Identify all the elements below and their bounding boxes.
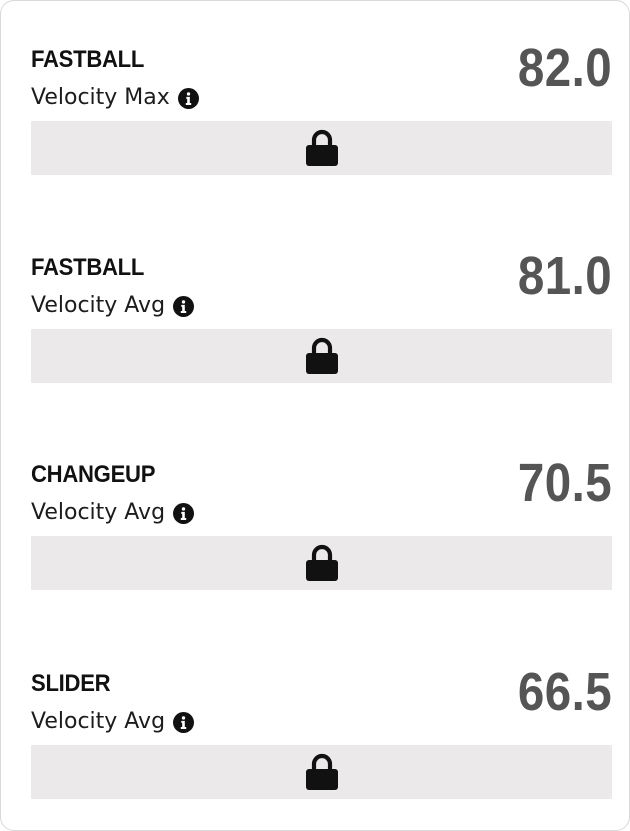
info-icon[interactable]: [177, 87, 199, 109]
metric-value: 81.0: [517, 246, 612, 306]
info-icon[interactable]: [173, 295, 195, 317]
metric-name: Velocity Max: [31, 83, 199, 113]
metric-value: 70.5: [517, 453, 612, 513]
lock-icon: [305, 129, 338, 166]
info-icon[interactable]: [173, 502, 195, 524]
pitch-metrics-card: FASTBALL Velocity Max 82.0 FASTBALL Velo…: [0, 0, 630, 831]
pitch-type-label: SLIDER: [31, 670, 111, 697]
metric-row: FASTBALL Velocity Max 82.0: [31, 38, 612, 179]
pitch-type-label: FASTBALL: [31, 254, 145, 281]
lock-icon: [305, 753, 338, 790]
locked-bar[interactable]: [31, 121, 612, 175]
locked-bar[interactable]: [31, 329, 612, 383]
locked-bar[interactable]: [31, 536, 612, 590]
metric-name: Velocity Avg: [31, 707, 195, 737]
info-icon[interactable]: [173, 711, 195, 733]
metric-label: Velocity Avg: [31, 500, 166, 525]
metric-row: CHANGEUP Velocity Avg 70.5: [31, 453, 612, 594]
lock-icon: [305, 544, 338, 581]
metric-name: Velocity Avg: [31, 291, 195, 321]
metric-label: Velocity Avg: [31, 293, 166, 318]
metric-label: Velocity Avg: [31, 709, 166, 734]
metric-row: SLIDER Velocity Avg 66.5: [31, 662, 612, 803]
metric-row: FASTBALL Velocity Avg 81.0: [31, 246, 612, 387]
metric-label: Velocity Max: [31, 85, 170, 110]
pitch-type-label: CHANGEUP: [31, 461, 156, 488]
locked-bar[interactable]: [31, 745, 612, 799]
metric-value: 66.5: [517, 662, 612, 722]
pitch-type-label: FASTBALL: [31, 46, 145, 73]
lock-icon: [305, 337, 338, 374]
metric-value: 82.0: [517, 38, 612, 98]
metric-name: Velocity Avg: [31, 498, 195, 528]
